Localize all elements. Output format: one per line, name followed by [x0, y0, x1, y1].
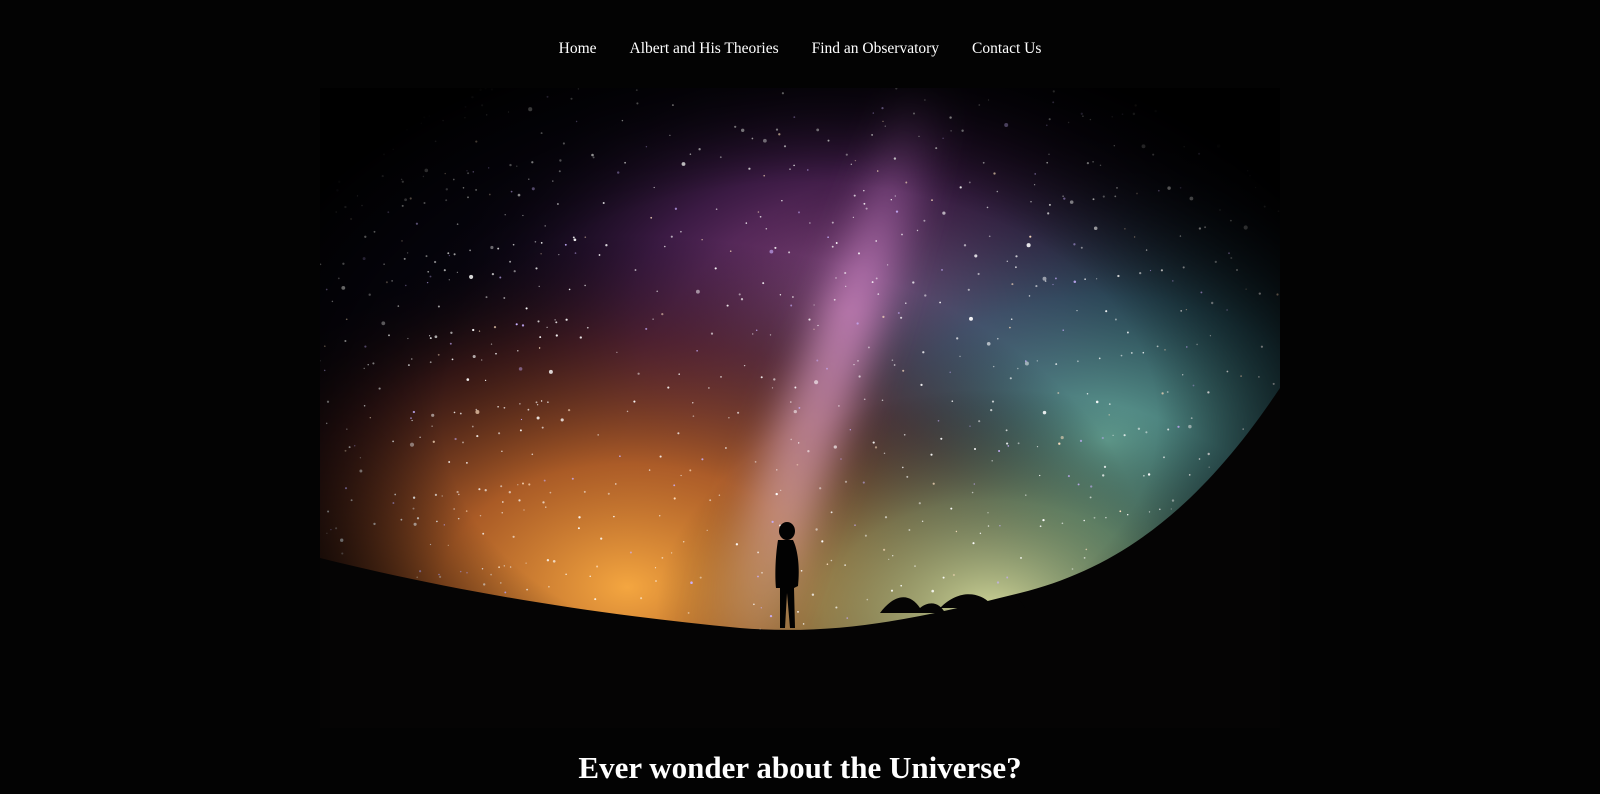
nav-link-albert-theories[interactable]: Albert and His Theories [613, 38, 795, 60]
nav-link-contact-us[interactable]: Contact Us [956, 38, 1058, 60]
nav-link-home[interactable]: Home [542, 38, 613, 60]
main-nav: Home Albert and His Theories Find an Obs… [0, 38, 1600, 60]
night-sky-illustration [320, 88, 1280, 728]
nav-link-find-observatory[interactable]: Find an Observatory [795, 38, 955, 60]
hero-image [320, 88, 1280, 728]
page-headline: Ever wonder about the Universe? [578, 750, 1022, 785]
